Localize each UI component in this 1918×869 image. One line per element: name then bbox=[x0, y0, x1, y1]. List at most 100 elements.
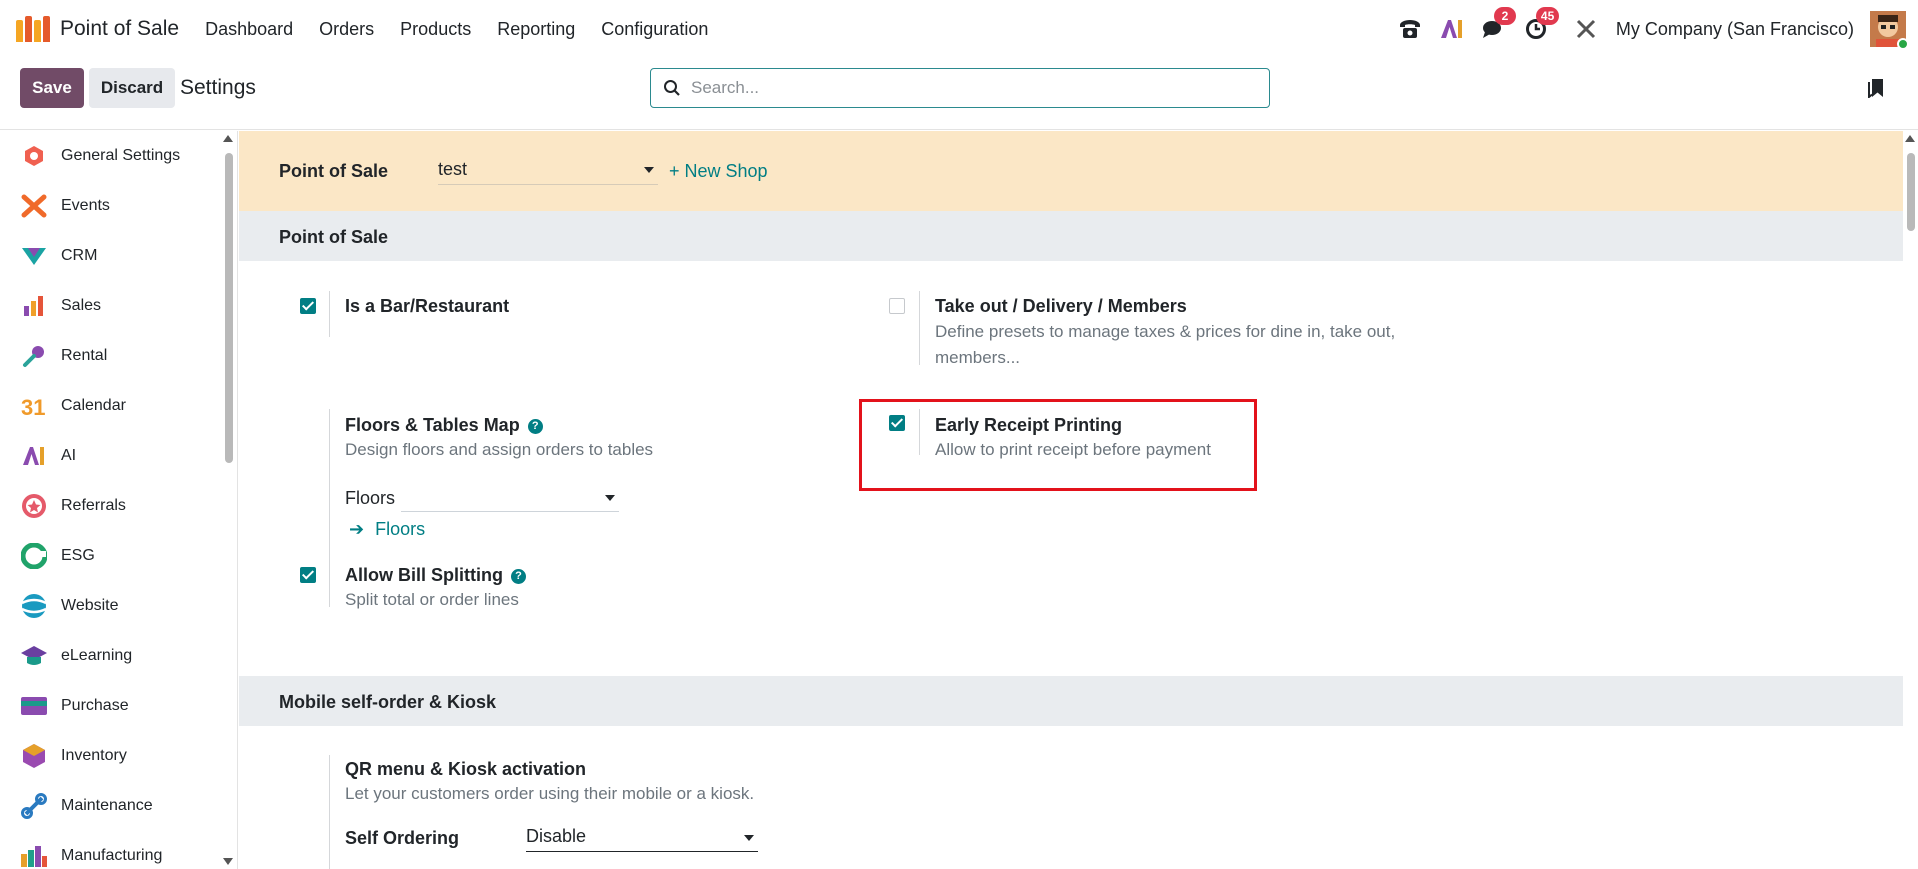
crm-icon bbox=[20, 242, 48, 270]
control-panel: Save Discard Settings bbox=[0, 58, 1918, 130]
general-settings-icon bbox=[20, 142, 48, 170]
help-icon[interactable]: ? bbox=[510, 568, 526, 584]
menu-orders[interactable]: Orders bbox=[319, 19, 374, 40]
esg-icon bbox=[20, 542, 48, 570]
sidebar-item-website[interactable]: Website bbox=[0, 581, 237, 631]
bookmark-icon[interactable] bbox=[1868, 78, 1886, 103]
floors-tables-title: Floors & Tables Map? bbox=[345, 415, 543, 436]
caret-down-icon bbox=[744, 835, 754, 841]
divider bbox=[919, 291, 920, 365]
top-navbar: Point of Sale Dashboard Orders Products … bbox=[0, 0, 1918, 58]
sidebar-scrollbar[interactable] bbox=[221, 131, 237, 869]
bar-restaurant-checkbox[interactable] bbox=[300, 298, 316, 314]
section-title-pos: Point of Sale bbox=[279, 227, 389, 247]
sidebar-item-maintenance[interactable]: Maintenance bbox=[0, 781, 237, 831]
scroll-up-arrow[interactable] bbox=[223, 135, 233, 142]
sidebar-item-label: Website bbox=[61, 597, 119, 614]
save-button[interactable]: Save bbox=[20, 68, 84, 108]
settings-content: Point of Sale test + New Shop Point of S… bbox=[239, 131, 1903, 869]
divider bbox=[329, 291, 330, 337]
sidebar-item-label: Sales bbox=[61, 297, 102, 314]
sidebar-item-label: Maintenance bbox=[61, 797, 153, 814]
sidebar-item-esg[interactable]: ESG bbox=[0, 531, 237, 581]
self-ordering-select[interactable]: Disable bbox=[526, 826, 758, 852]
floors-field-select[interactable] bbox=[401, 486, 619, 512]
bar-restaurant-title: Is a Bar/Restaurant bbox=[345, 296, 510, 316]
website-icon bbox=[20, 592, 48, 620]
sidebar-item-label: Rental bbox=[61, 347, 108, 364]
content-scrollbar[interactable] bbox=[1903, 131, 1918, 869]
sidebar-item-crm[interactable]: CRM bbox=[0, 231, 237, 281]
page-title: Settings bbox=[180, 76, 256, 99]
sidebar-item-label: CRM bbox=[61, 247, 98, 264]
sidebar-item-referrals[interactable]: Referrals bbox=[0, 481, 237, 531]
events-icon bbox=[20, 192, 48, 220]
sidebar-item-label: General Settings bbox=[61, 147, 181, 164]
activities-icon[interactable]: 45 bbox=[1522, 7, 1560, 43]
sales-icon bbox=[20, 292, 48, 320]
sidebar-item-general-settings[interactable]: General Settings bbox=[0, 131, 237, 181]
caret-down-icon bbox=[605, 495, 615, 501]
section-header-mobile: Mobile self-order & Kiosk bbox=[239, 676, 1903, 726]
floors-tables-label: Floors & Tables Map bbox=[345, 415, 520, 435]
divider bbox=[329, 755, 330, 869]
sidebar-item-label: AI bbox=[61, 447, 77, 464]
scroll-down-arrow[interactable] bbox=[223, 858, 233, 865]
sidebar-scroll-thumb[interactable] bbox=[225, 153, 233, 463]
scroll-up-arrow[interactable] bbox=[1905, 135, 1915, 142]
shop-label: Point of Sale bbox=[279, 161, 389, 181]
company-switcher[interactable]: My Company (San Francisco) bbox=[1616, 19, 1854, 40]
search-bar[interactable] bbox=[650, 68, 1270, 108]
sidebar-item-elearning[interactable]: eLearning bbox=[0, 631, 237, 681]
svg-text:31: 31 bbox=[21, 395, 45, 418]
highlight-box bbox=[859, 399, 1257, 491]
sidebar-item-events[interactable]: Events bbox=[0, 181, 237, 231]
sidebar-item-purchase[interactable]: Purchase bbox=[0, 681, 237, 731]
main-menu: Dashboard Orders Products Reporting Conf… bbox=[205, 19, 708, 40]
menu-products[interactable]: Products bbox=[400, 19, 471, 40]
purchase-icon bbox=[20, 692, 48, 720]
floors-link[interactable]: ➔ Floors bbox=[349, 519, 425, 540]
search-input[interactable] bbox=[691, 78, 1231, 98]
maintenance-icon bbox=[20, 792, 48, 820]
app-name[interactable]: Point of Sale bbox=[60, 17, 179, 41]
menu-reporting[interactable]: Reporting bbox=[497, 19, 575, 40]
sidebar-item-ai[interactable]: AI bbox=[0, 431, 237, 481]
messages-icon[interactable]: 2 bbox=[1480, 7, 1516, 43]
pos-app-icon[interactable] bbox=[16, 16, 50, 42]
elearning-icon bbox=[20, 642, 48, 670]
arrow-right-icon: ➔ bbox=[349, 519, 365, 539]
self-ordering-value: Disable bbox=[526, 826, 587, 846]
sidebar-item-inventory[interactable]: Inventory bbox=[0, 731, 237, 781]
divider bbox=[329, 559, 330, 607]
bill-splitting-description: Split total or order lines bbox=[345, 590, 519, 609]
section-title-mobile: Mobile self-order & Kiosk bbox=[279, 692, 497, 712]
ai-icon[interactable] bbox=[1438, 15, 1466, 43]
content-scroll-thumb[interactable] bbox=[1907, 153, 1915, 231]
discard-button[interactable]: Discard bbox=[89, 68, 175, 108]
bill-splitting-checkbox[interactable] bbox=[300, 567, 316, 583]
sidebar-item-sales[interactable]: Sales bbox=[0, 281, 237, 331]
menu-configuration[interactable]: Configuration bbox=[601, 19, 708, 40]
shop-select[interactable]: test bbox=[438, 159, 658, 185]
calendar-icon: 31 bbox=[20, 392, 48, 420]
help-icon[interactable]: ? bbox=[527, 418, 543, 434]
systray: 2 45 My Company (San Francisco) bbox=[1382, 0, 1918, 58]
menu-dashboard[interactable]: Dashboard bbox=[205, 19, 293, 40]
floors-tables-description: Design floors and assign orders to table… bbox=[345, 440, 654, 459]
new-shop-button[interactable]: + New Shop bbox=[669, 161, 768, 182]
tools-icon[interactable] bbox=[1572, 15, 1600, 43]
qr-kiosk-description: Let your customers order using their mob… bbox=[345, 784, 755, 803]
qr-kiosk-title: QR menu & Kiosk activation bbox=[345, 759, 587, 779]
sidebar-item-rental[interactable]: Rental bbox=[0, 331, 237, 381]
takeout-title: Take out / Delivery / Members bbox=[935, 296, 1187, 316]
sidebar-item-manufacturing[interactable]: Manufacturing bbox=[0, 831, 237, 869]
sidebar-item-calendar[interactable]: 31 Calendar bbox=[0, 381, 237, 431]
sidebar-item-label: Inventory bbox=[61, 747, 127, 764]
floors-link-label: Floors bbox=[375, 519, 426, 539]
user-avatar[interactable] bbox=[1870, 11, 1909, 50]
phone-icon[interactable] bbox=[1396, 15, 1424, 43]
referrals-icon bbox=[20, 492, 48, 520]
manufacturing-icon bbox=[20, 842, 48, 869]
takeout-checkbox[interactable] bbox=[889, 298, 905, 314]
